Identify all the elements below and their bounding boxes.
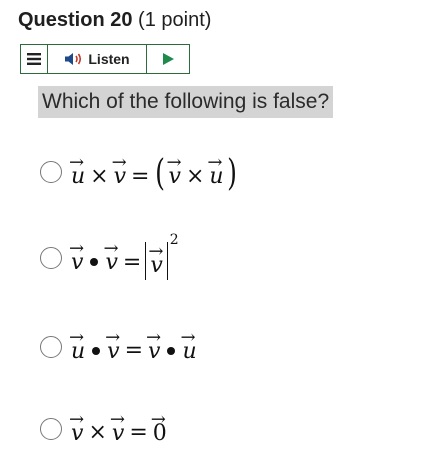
- option-c-radio[interactable]: [40, 335, 62, 358]
- option-d-expression: → v × → v = → 0: [69, 408, 167, 446]
- vector-v: → v: [148, 241, 164, 278]
- vector-v: → v: [103, 238, 119, 275]
- option-c-expression: → u → v = → v → u: [69, 326, 197, 364]
- vector-v: → v: [111, 152, 127, 189]
- play-button[interactable]: [147, 45, 189, 73]
- dot-product-operator: [90, 258, 99, 266]
- vector-u: → u: [69, 326, 86, 364]
- hamburger-icon: [27, 53, 41, 65]
- option-b-radio[interactable]: [40, 247, 62, 269]
- dot-product-operator: [92, 346, 101, 355]
- vector-v: → v: [69, 238, 85, 275]
- question-title: Question 20: [18, 9, 133, 31]
- question-points: (1 point): [138, 9, 212, 31]
- vector-v: → v: [109, 408, 125, 446]
- question-prompt: Which of the following is false?: [38, 86, 334, 118]
- vector-u: → u: [180, 326, 197, 364]
- magnitude: → v: [145, 241, 168, 280]
- read-aloud-toolbar: Listen: [20, 44, 190, 74]
- vector-u: → u: [207, 152, 224, 189]
- zero-vector: → 0: [150, 408, 167, 446]
- option-b[interactable]: → v → v = → v 2: [40, 232, 179, 280]
- play-icon: [163, 53, 174, 65]
- option-a[interactable]: → u × → v = ( → v × → u ): [40, 152, 239, 192]
- vector-u: → u: [69, 152, 86, 189]
- option-a-radio[interactable]: [40, 161, 62, 183]
- option-d[interactable]: → v × → v = → 0: [40, 408, 168, 446]
- listen-label: Listen: [88, 51, 130, 67]
- option-b-expression: → v → v = → v 2: [69, 232, 179, 280]
- option-d-radio[interactable]: [40, 417, 62, 440]
- speaker-icon: [65, 53, 82, 65]
- vector-v: → v: [166, 152, 182, 189]
- vector-v: → v: [69, 408, 85, 446]
- question-header: Question 20 (1 point): [18, 7, 211, 33]
- vector-v: → v: [105, 326, 121, 364]
- listen-button[interactable]: Listen: [48, 45, 147, 73]
- vector-v: → v: [146, 326, 162, 364]
- option-a-expression: → u × → v = ( → v × → u ): [69, 152, 237, 194]
- menu-button[interactable]: [21, 45, 48, 73]
- dot-product-operator: [167, 346, 176, 355]
- option-c[interactable]: → u → v = → v → u: [40, 326, 198, 364]
